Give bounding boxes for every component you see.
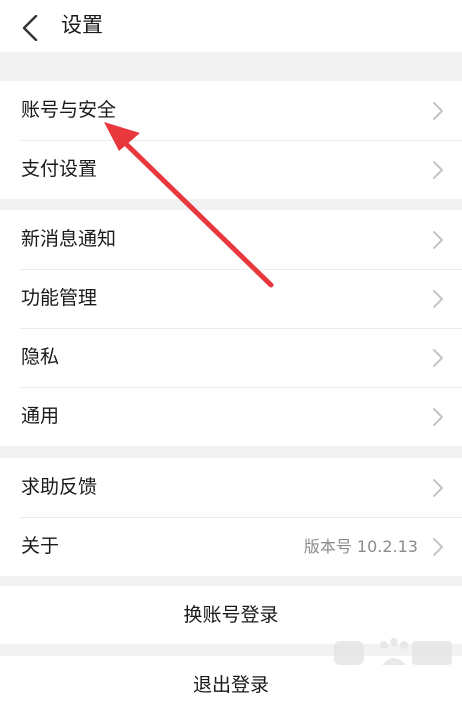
chevron-right-icon — [433, 231, 443, 249]
page-title: 设置 — [61, 13, 103, 37]
chevron-right-icon — [433, 102, 443, 120]
back-button[interactable] — [12, 6, 52, 46]
row-label: 求助反馈 — [21, 476, 98, 498]
settings-row-payment[interactable]: 支付设置 — [0, 140, 462, 199]
row-label: 通用 — [21, 405, 60, 427]
chevron-right-icon — [433, 290, 443, 308]
help-group: 求助反馈 关于 版本号 10.2.13 — [0, 458, 462, 576]
row-label: 支付设置 — [21, 158, 98, 180]
chevron-right-icon — [433, 479, 443, 497]
top-bar: 设置 — [0, 0, 462, 52]
baidu-jingyan-watermark-icon — [334, 638, 452, 665]
chevron-right-icon — [433, 161, 443, 179]
settings-row-feature-management[interactable]: 功能管理 — [0, 269, 462, 328]
row-label: 新消息通知 — [21, 228, 117, 250]
general-group: 新消息通知 功能管理 隐私 通用 — [0, 210, 462, 446]
settings-row-general[interactable]: 通用 — [0, 387, 462, 446]
row-label: 关于 — [21, 535, 60, 557]
row-label: 账号与安全 — [21, 99, 117, 121]
version-text: 版本号 10.2.13 — [303, 537, 418, 556]
chevron-right-icon — [433, 349, 443, 367]
settings-row-help-feedback[interactable]: 求助反馈 — [0, 458, 462, 517]
row-label: 功能管理 — [21, 287, 98, 309]
settings-row-account-security[interactable]: 账号与安全 — [0, 81, 462, 140]
account-group: 账号与安全 支付设置 — [0, 81, 462, 199]
settings-row-about[interactable]: 关于 版本号 10.2.13 — [0, 517, 462, 576]
row-label: 隐私 — [21, 346, 60, 368]
settings-row-privacy[interactable]: 隐私 — [0, 328, 462, 387]
chevron-left-icon — [22, 15, 38, 41]
chevron-right-icon — [433, 538, 443, 556]
chevron-right-icon — [433, 408, 443, 426]
settings-row-notifications[interactable]: 新消息通知 — [0, 210, 462, 269]
